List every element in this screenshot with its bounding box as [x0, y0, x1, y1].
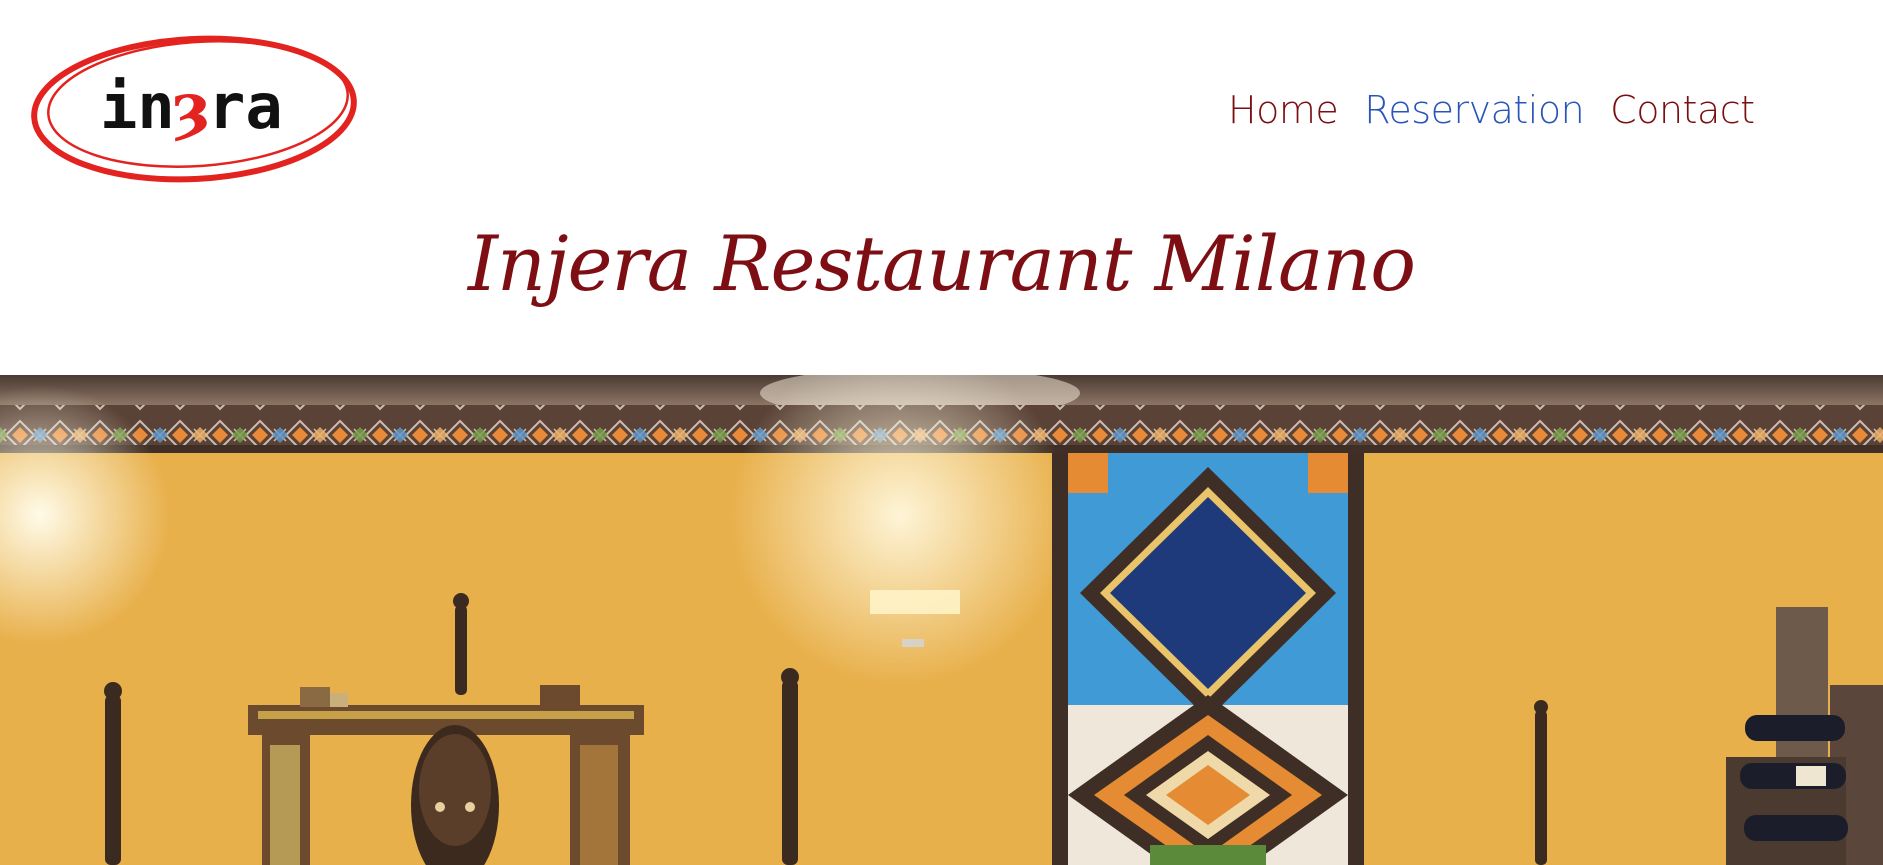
restaurant-interior-photo — [0, 375, 1883, 865]
svg-text:ra: ra — [208, 70, 283, 143]
logo-link[interactable]: in ȝ ra — [26, 26, 362, 188]
svg-text:ȝ: ȝ — [172, 69, 211, 144]
injera-logo: in ȝ ra — [31, 35, 357, 183]
painted-panel — [1052, 453, 1364, 865]
hero-image — [0, 375, 1883, 865]
main-nav: Home Reservation Contact — [1228, 86, 1755, 134]
page-title: Injera Restaurant Milano — [467, 219, 1416, 308]
nav-reservation[interactable]: Reservation — [1364, 88, 1584, 132]
svg-text:in: in — [100, 70, 175, 143]
nav-home[interactable]: Home — [1228, 88, 1339, 132]
nav-contact[interactable]: Contact — [1610, 88, 1755, 132]
